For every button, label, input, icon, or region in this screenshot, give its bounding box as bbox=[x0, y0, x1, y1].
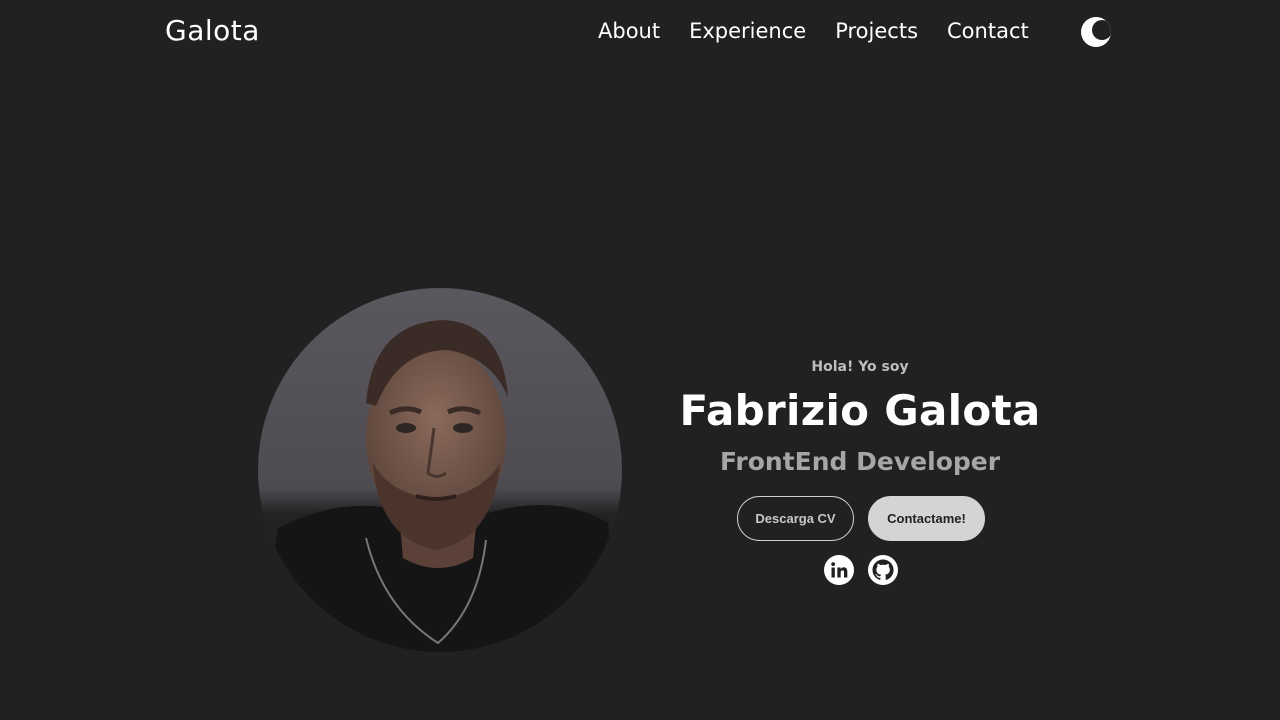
moon-icon[interactable] bbox=[1081, 17, 1111, 47]
hero-role: FrontEnd Developer bbox=[719, 447, 1001, 476]
profile-photo bbox=[258, 288, 622, 652]
nav-link-projects[interactable]: Projects bbox=[835, 19, 918, 43]
nav-link-experience[interactable]: Experience bbox=[689, 19, 806, 43]
linkedin-icon[interactable] bbox=[824, 555, 854, 585]
download-cv-button[interactable]: Descarga CV bbox=[737, 496, 854, 541]
github-glyph bbox=[872, 559, 894, 580]
linkedin-glyph bbox=[831, 562, 848, 578]
nav-link-about[interactable]: About bbox=[598, 19, 660, 43]
hero-greeting: Hola! Yo soy bbox=[811, 359, 909, 375]
contact-button[interactable]: Contactame! bbox=[868, 496, 985, 541]
nav-link-contact[interactable]: Contact bbox=[947, 19, 1029, 43]
site-logo[interactable]: Galota bbox=[165, 14, 260, 47]
hero-name: Fabrizio Galota bbox=[679, 386, 1041, 435]
nav-links: About Experience Projects Contact bbox=[598, 19, 1029, 43]
github-icon[interactable] bbox=[868, 555, 898, 585]
navbar: Galota About Experience Projects Contact bbox=[0, 0, 1280, 64]
